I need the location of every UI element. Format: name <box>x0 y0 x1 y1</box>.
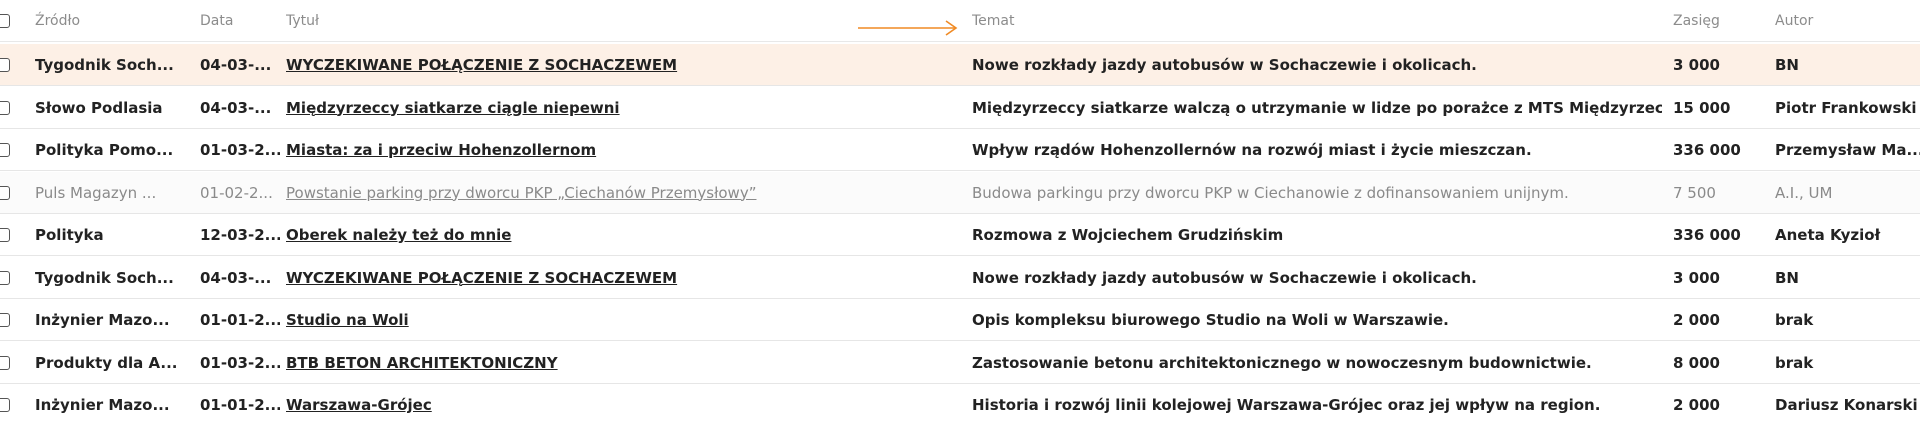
title-link[interactable]: BTB BETON ARCHITEKTONICZNY <box>286 354 558 372</box>
cell-source: Inżynier Mazo... <box>35 311 170 329</box>
row-checkbox[interactable] <box>0 355 10 370</box>
cell-source: Tygodnik Soch... <box>35 268 174 287</box>
table-row[interactable]: Polityka 12-03-2... Oberek należy też do m… <box>0 214 1920 256</box>
cell-topic: Rozmowa z Wojciechem Grudzińskim <box>972 226 1284 244</box>
cell-source: Polityka <box>35 226 104 244</box>
cell-source: Produkty dla A... <box>35 353 178 372</box>
header-select-cell[interactable] <box>0 0 20 42</box>
cell-topic: Budowa parkingu przy dworcu PKP w Ciecha… <box>972 183 1569 202</box>
cell-author: Przemysław Ma... <box>1775 141 1920 159</box>
title-link[interactable]: WYCZEKIWANE POŁĄCZENIE Z SOCHACZEWEM <box>286 56 677 74</box>
cell-reach: 3 000 <box>1673 268 1720 287</box>
title-link[interactable]: Miasta: za i przeciw Hohenzollernom <box>286 141 596 159</box>
table-row[interactable]: Słowo Podlasia 04-03-... Międzyrzeccy siat… <box>0 87 1920 129</box>
cell-source: Słowo Podlasia <box>35 98 163 117</box>
table-header: Źródło Data Tytuł Temat Zasięg Autor <box>0 0 1920 42</box>
table-row[interactable]: Polityka Pomo... 01-03-2... Miasta: za i p… <box>0 129 1920 171</box>
cell-date: 04-03-... <box>200 268 272 287</box>
cell-topic: Historia i rozwój linii kolejowej Warsza… <box>972 396 1601 414</box>
cell-reach: 336 000 <box>1673 141 1741 159</box>
cell-reach: 15 000 <box>1673 98 1731 117</box>
cell-reach: 336 000 <box>1673 226 1741 244</box>
cell-title[interactable]: Miasta: za i przeciw Hohenzollernom <box>286 129 966 171</box>
cell-reach: 2 000 <box>1673 396 1720 414</box>
cell-date: 04-03-... <box>200 56 272 74</box>
cell-title[interactable]: WYCZEKIWANE POŁĄCZENIE Z SOCHACZEWEM <box>286 257 966 299</box>
cell-date: 01-01-2... <box>200 396 280 414</box>
row-select-cell[interactable] <box>0 87 20 129</box>
cell-topic: Nowe rozkłady jazdy autobusów w Sochacze… <box>972 56 1477 74</box>
title-link[interactable]: Studio na Woli <box>286 311 409 329</box>
row-checkbox[interactable] <box>0 270 10 285</box>
cell-topic: Opis kompleksu biurowego Studio na Woli … <box>972 311 1449 329</box>
cell-source: Tygodnik Soch... <box>35 56 174 74</box>
row-select-cell[interactable] <box>0 172 20 214</box>
title-link[interactable]: Powstanie parking przy dworcu PKP „Ciech… <box>286 184 756 202</box>
row-checkbox[interactable] <box>0 185 10 200</box>
table-row[interactable]: Inżynier Mazo... 01-01-2... Warszawa-Gróje… <box>0 384 1920 424</box>
row-select-cell[interactable] <box>0 299 20 341</box>
cell-author: Piotr Frankowski <box>1775 98 1917 117</box>
row-select-cell[interactable] <box>0 384 20 424</box>
cell-title[interactable]: Powstanie parking przy dworcu PKP „Ciech… <box>286 172 966 214</box>
cell-source: Polityka Pomo... <box>35 141 174 159</box>
select-all-checkbox[interactable] <box>0 14 10 28</box>
cell-date: 04-03-... <box>200 98 272 117</box>
cell-reach: 7 500 <box>1673 183 1716 202</box>
cell-author: brak <box>1775 311 1814 329</box>
table-row[interactable]: Puls Magazyn ... 01-02-2... Powstanie park… <box>0 171 1920 214</box>
header-date[interactable]: Data <box>200 0 280 42</box>
cell-date: 01-02-2... <box>200 183 273 202</box>
cell-date: 01-03-2... <box>200 353 280 372</box>
title-link[interactable]: Warszawa-Grójec <box>286 396 432 414</box>
table-row[interactable]: Inżynier Mazo... 01-01-2... Studio na Woli… <box>0 299 1920 341</box>
title-link[interactable]: WYCZEKIWANE POŁĄCZENIE Z SOCHACZEWEM <box>286 269 677 287</box>
header-source[interactable]: Źródło <box>35 0 195 42</box>
cell-date: 01-03-2... <box>200 141 280 159</box>
cell-title[interactable]: Oberek należy też do mnie <box>286 214 966 256</box>
arrow-right-icon <box>858 20 958 36</box>
cell-author: Dariusz Konarski <box>1775 396 1918 414</box>
title-link[interactable]: Międzyrzeccy siatkarze ciągle niepewni <box>286 99 620 117</box>
row-select-cell[interactable] <box>0 214 20 256</box>
cell-topic: Zastosowanie betonu architektonicznego w… <box>972 353 1592 372</box>
table-row[interactable]: Produkty dla A... 01-03-2... BTB BETON ARC… <box>0 342 1920 384</box>
cell-title[interactable]: WYCZEKIWANE POŁĄCZENIE Z SOCHACZEWEM <box>286 44 966 86</box>
cell-topic: Nowe rozkłady jazdy autobusów w Sochacze… <box>972 268 1477 287</box>
title-link[interactable]: Oberek należy też do mnie <box>286 226 511 244</box>
cell-author: A.I., UM <box>1775 183 1833 202</box>
cell-author: Aneta Kyzioł <box>1775 226 1881 244</box>
row-select-cell[interactable] <box>0 129 20 171</box>
header-reach[interactable]: Zasięg <box>1673 0 1763 42</box>
row-checkbox[interactable] <box>0 143 10 157</box>
cell-title[interactable]: Studio na Woli <box>286 299 966 341</box>
row-select-cell[interactable] <box>0 342 20 384</box>
row-checkbox[interactable] <box>0 228 10 242</box>
cell-reach: 8 000 <box>1673 353 1720 372</box>
cell-date: 01-01-2... <box>200 311 280 329</box>
articles-table: Źródło Data Tytuł Temat Zasięg Autor Tyg… <box>0 0 1920 424</box>
row-select-cell[interactable] <box>0 44 20 86</box>
row-checkbox[interactable] <box>0 398 10 412</box>
cell-topic: Wpływ rządów Hohenzollernów na rozwój mi… <box>972 141 1532 159</box>
cell-topic: Międzyrzeccy siatkarze walczą o utrzyman… <box>972 98 1662 117</box>
cell-reach: 3 000 <box>1673 56 1720 74</box>
header-author[interactable]: Autor <box>1775 0 1920 42</box>
cell-source: Puls Magazyn ... <box>35 183 157 202</box>
table-row[interactable]: Tygodnik Soch... 04-03-... WYCZEKIWANE POŁ… <box>0 257 1920 299</box>
cell-author: brak <box>1775 353 1814 372</box>
row-select-cell[interactable] <box>0 257 20 299</box>
cell-author: BN <box>1775 268 1799 287</box>
row-checkbox[interactable] <box>0 100 10 115</box>
cell-reach: 2 000 <box>1673 311 1720 329</box>
row-checkbox[interactable] <box>0 58 10 72</box>
table-row[interactable]: Tygodnik Soch... 04-03-... WYCZEKIWANE POŁ… <box>0 44 1920 86</box>
cell-author: BN <box>1775 56 1799 74</box>
cell-source: Inżynier Mazo... <box>35 396 170 414</box>
cell-date: 12-03-2... <box>200 226 280 244</box>
cell-title[interactable]: Międzyrzeccy siatkarze ciągle niepewni <box>286 87 966 129</box>
cell-title[interactable]: BTB BETON ARCHITEKTONICZNY <box>286 342 966 384</box>
row-checkbox[interactable] <box>0 313 10 327</box>
cell-title[interactable]: Warszawa-Grójec <box>286 384 966 424</box>
